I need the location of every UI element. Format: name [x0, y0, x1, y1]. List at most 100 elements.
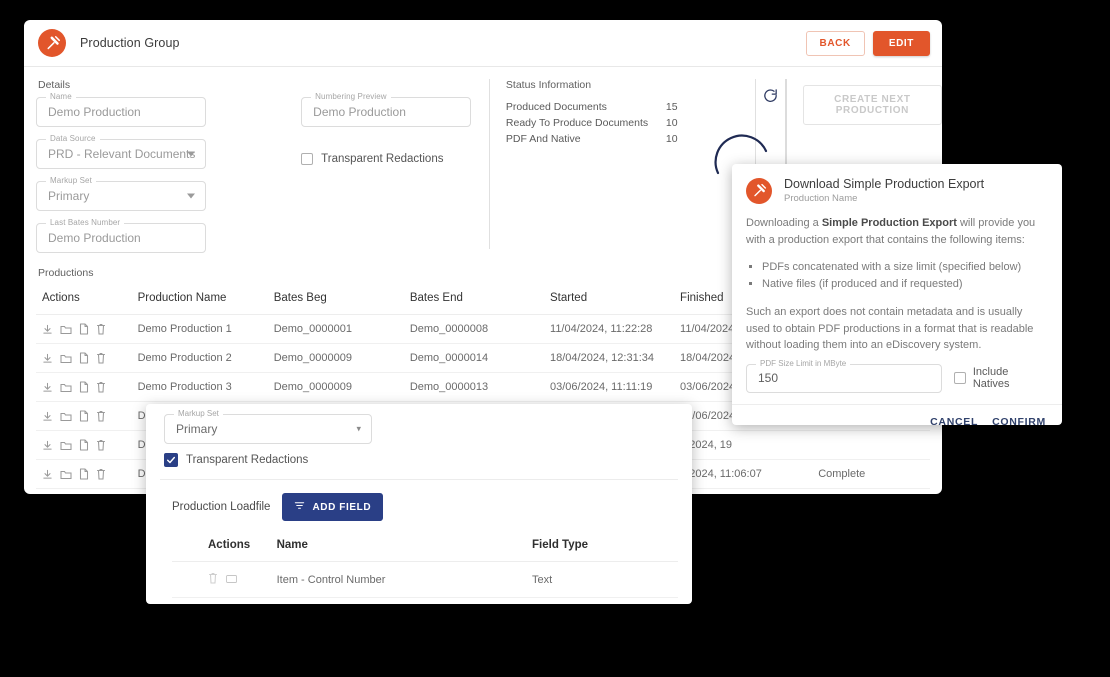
markup-set-select[interactable]: Markup Set Primary: [36, 176, 206, 211]
modal-header-text: Download Simple Production Export Produc…: [784, 177, 984, 204]
list-item[interactable]: Item - Control Number Text: [172, 561, 678, 598]
cell-bates-end: Demo_0000013: [409, 372, 551, 402]
edit-button[interactable]: EDIT: [872, 30, 930, 56]
trash-icon[interactable]: [96, 323, 106, 335]
folder-icon[interactable]: [60, 382, 72, 393]
status-row-label: Ready To Produce Documents: [505, 117, 649, 129]
column-header-production-name: Production Name: [137, 283, 274, 315]
data-source-select[interactable]: Data Source PRD - Relevant Documents: [36, 134, 206, 169]
modal-bullet-item: Native files (if produced and if request…: [762, 276, 1048, 293]
pdf-size-limit-label: PDF Size Limit in MByte: [756, 358, 851, 368]
folder-icon[interactable]: [60, 469, 72, 480]
file-icon[interactable]: [79, 439, 89, 451]
cell-production-name: Demo Production 2: [137, 343, 274, 373]
download-icon[interactable]: [42, 382, 53, 393]
row-actions: [36, 314, 138, 344]
row-actions: [36, 459, 138, 489]
numbering-preview-value: Demo Production: [313, 105, 406, 119]
file-icon[interactable]: [79, 323, 89, 335]
cell-field-type: Text: [532, 597, 678, 604]
last-bates-value: Demo Production: [48, 231, 141, 245]
include-natives-row[interactable]: Include Natives: [953, 366, 1048, 390]
checkbox-checked-icon[interactable]: [164, 453, 178, 467]
cell-status: Complete: [818, 488, 930, 494]
folder-icon[interactable]: [60, 440, 72, 451]
page-title: Production Group: [80, 36, 180, 50]
status-row: Produced Documents 15: [506, 99, 755, 115]
last-bates-number-field[interactable]: Last Bates Number Demo Production: [36, 218, 206, 253]
overlay-transparent-redactions-row[interactable]: Transparent Redactions: [164, 453, 692, 467]
pdf-size-limit-input[interactable]: PDF Size Limit in MByte 150: [746, 358, 942, 393]
name-field[interactable]: Name Demo Production: [36, 92, 206, 127]
modal-subtitle: Production Name: [784, 193, 858, 204]
modal-p1-bold: Simple Production Export: [821, 217, 957, 229]
cell-production-name: Demo Production 3: [137, 372, 274, 402]
cancel-button[interactable]: CANCEL: [930, 416, 978, 426]
row-actions: [36, 343, 138, 373]
cell-started: 11/04/2024, 11:22:28: [550, 314, 681, 344]
folder-icon[interactable]: [60, 324, 72, 335]
download-icon[interactable]: [42, 324, 53, 335]
download-icon[interactable]: [42, 469, 53, 480]
numbering-column: Numbering Preview Demo Production Transp…: [301, 79, 472, 267]
gavel-icon: [746, 177, 772, 204]
pdf-size-limit-value: 150: [758, 371, 779, 385]
numbering-preview-field[interactable]: Numbering Preview Demo Production: [301, 92, 472, 127]
chevron-down-icon: [187, 151, 195, 157]
loadfile-row-actions: [172, 561, 277, 598]
trash-icon[interactable]: [96, 410, 106, 422]
overlay-markup-set-select[interactable]: Markup Set Primary ▾: [164, 409, 372, 444]
status-title: Status Information: [505, 79, 592, 91]
cell-production-name: Demo Production 1: [137, 314, 274, 344]
create-next-production-button[interactable]: CREATE NEXT PRODUCTION: [802, 85, 942, 125]
download-icon[interactable]: [42, 440, 53, 451]
modal-paragraph-2: Such an export does not contain metadata…: [746, 306, 1034, 351]
screen-root: Production Group BACK EDIT Details Name …: [0, 0, 1110, 677]
folder-icon[interactable]: [60, 411, 72, 422]
cell-field-name: Item - Control Number: [276, 561, 533, 598]
details-section-label: Details: [38, 79, 71, 91]
cell-bates-beg: Demo_0000009: [273, 372, 410, 402]
loadfile-header-row: Actions Name Field Type: [172, 531, 678, 562]
loadfile-table: Actions Name Field Type Item - Control N…: [172, 531, 678, 604]
trash-icon-disabled[interactable]: [208, 572, 218, 587]
file-icon[interactable]: [79, 468, 89, 480]
file-icon[interactable]: [79, 352, 89, 364]
cell-started: 18/04/2024, 12:31:34: [550, 343, 681, 373]
status-row-label: Produced Documents: [505, 101, 607, 113]
modal-body: Downloading a Simple Production Export w…: [732, 215, 1062, 354]
trash-icon[interactable]: [96, 381, 106, 393]
status-row-value: 15: [665, 101, 678, 113]
trash-icon[interactable]: [96, 468, 106, 480]
download-export-modal: Download Simple Production Export Produc…: [732, 164, 1062, 425]
column-header-bates-beg: Bates Beg: [273, 283, 410, 315]
confirm-button[interactable]: CONFIRM: [992, 416, 1046, 426]
loadfile-column-actions: Actions: [172, 531, 277, 562]
overlay-transparent-redactions-label: Transparent Redactions: [186, 454, 309, 466]
checkbox-unchecked-icon[interactable]: [301, 153, 314, 165]
back-button[interactable]: BACK: [805, 30, 865, 56]
checkbox-unchecked-icon[interactable]: [953, 372, 966, 384]
loadfile-label: Production Loadfile: [172, 501, 271, 513]
list-item[interactable]: 1Item - Extracted TextText: [172, 597, 678, 604]
download-icon[interactable]: [42, 353, 53, 364]
id-icon[interactable]: [226, 574, 237, 586]
cell-finished: 7/2024, 11:06:07: [680, 459, 819, 489]
header-actions: BACK EDIT: [805, 30, 930, 56]
download-icon[interactable]: [42, 411, 53, 422]
loadfile-header-row: Production Loadfile ADD FIELD: [146, 480, 692, 521]
cell-field-name: Item - Extracted Text: [276, 597, 533, 604]
modal-p1-pre: Downloading a: [746, 217, 822, 229]
column-header-started: Started: [550, 283, 681, 315]
folder-icon[interactable]: [60, 353, 72, 364]
numbering-preview-label: Numbering Preview: [311, 92, 391, 101]
row-actions: [36, 401, 138, 431]
transparent-redactions-row[interactable]: Transparent Redactions: [301, 153, 471, 165]
trash-icon[interactable]: [96, 439, 106, 451]
file-icon[interactable]: [79, 381, 89, 393]
cell-status: [818, 430, 930, 460]
loadfile-row-actions: 1: [172, 597, 277, 604]
file-icon[interactable]: [79, 410, 89, 422]
trash-icon[interactable]: [96, 352, 106, 364]
add-field-button[interactable]: ADD FIELD: [282, 493, 384, 521]
